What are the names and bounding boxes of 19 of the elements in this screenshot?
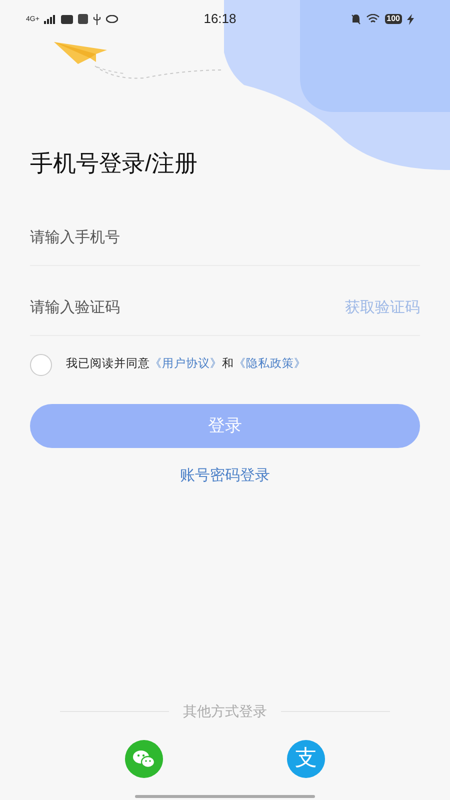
code-input-field[interactable]: 请输入验证码	[30, 297, 345, 320]
other-methods-label: 其他方式登录	[183, 702, 267, 721]
battery-level: 100	[384, 14, 402, 24]
wechat-icon[interactable]	[125, 740, 163, 778]
agreement-link[interactable]: 《用户协议》	[150, 356, 222, 374]
agreement-text: 我已阅读并同意	[66, 356, 150, 372]
agreement-link[interactable]: 《隐私政策》	[234, 356, 306, 374]
agreement-checkbox[interactable]	[30, 354, 52, 376]
status-time: 16:18	[202, 10, 238, 28]
agreement-text: 和	[222, 356, 234, 372]
signal-icon	[44, 14, 56, 24]
charging-icon	[407, 14, 414, 24]
password-login-link[interactable]: 账号密码登录	[180, 465, 270, 488]
mute-bell-icon	[350, 14, 361, 24]
page-title: 手机号登录/注册	[30, 149, 198, 178]
wifi-icon	[366, 14, 380, 24]
phone-input-field[interactable]: 请输入手机号	[30, 227, 420, 250]
usb-icon	[93, 14, 102, 24]
alipay-button[interactable]: 支	[287, 740, 325, 778]
